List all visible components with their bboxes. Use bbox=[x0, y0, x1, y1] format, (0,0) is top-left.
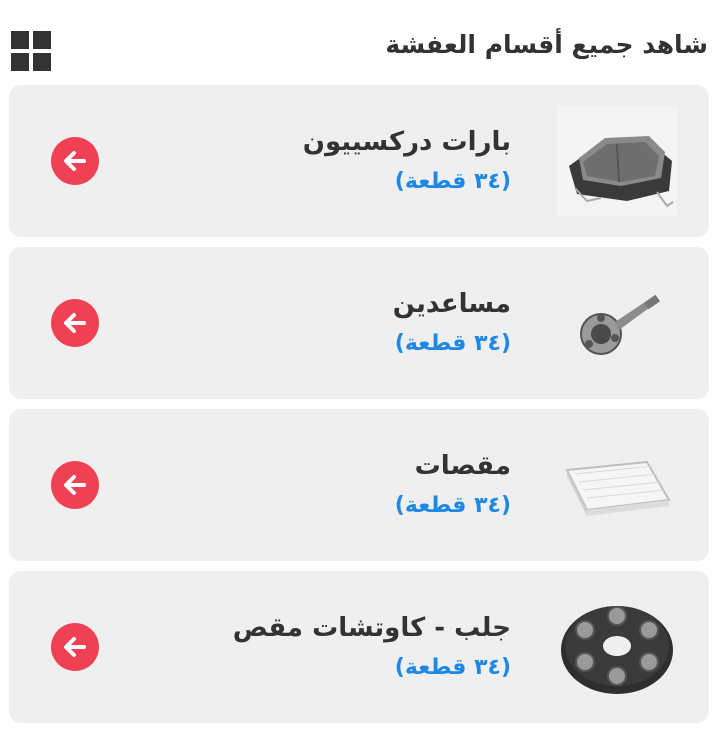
category-count: (٣٤ قطعة) bbox=[394, 655, 511, 680]
category-name: جلب - كاوتشات مقص bbox=[232, 613, 511, 643]
arrow-left-icon[interactable] bbox=[51, 299, 99, 347]
flex-disc-image bbox=[554, 585, 680, 709]
category-count: (٣٤ قطعة) bbox=[394, 169, 511, 194]
arrow-left-icon[interactable] bbox=[51, 461, 99, 509]
cv-joint-image bbox=[554, 261, 680, 385]
category-card-brake-pads[interactable]: بارات دركسييون (٣٤ قطعة) bbox=[9, 85, 709, 237]
category-card-shock-absorbers[interactable]: مساعدين (٣٤ قطعة) bbox=[9, 247, 709, 399]
page-header: شاهد جميع أقسام العفشة bbox=[0, 0, 717, 85]
grid-cell bbox=[33, 31, 51, 49]
page-title: شاهد جميع أقسام العفشة bbox=[385, 30, 708, 59]
arrow-left-icon[interactable] bbox=[51, 623, 99, 671]
category-card-bushings[interactable]: جلب - كاوتشات مقص (٣٤ قطعة) bbox=[9, 571, 709, 723]
cabin-filter-image bbox=[554, 423, 680, 547]
grid-cell bbox=[33, 53, 51, 71]
category-name: مساعدين bbox=[392, 289, 511, 319]
category-name: بارات دركسييون bbox=[302, 127, 511, 157]
grid-cell bbox=[11, 53, 29, 71]
grid-view-icon[interactable] bbox=[11, 31, 51, 71]
brake-pads-image bbox=[554, 99, 680, 223]
category-count: (٣٤ قطعة) bbox=[394, 331, 511, 356]
category-count: (٣٤ قطعة) bbox=[394, 493, 511, 518]
category-card-control-arms[interactable]: مقصات (٣٤ قطعة) bbox=[9, 409, 709, 561]
grid-cell bbox=[11, 31, 29, 49]
arrow-left-icon[interactable] bbox=[51, 137, 99, 185]
category-name: مقصات bbox=[414, 451, 511, 481]
